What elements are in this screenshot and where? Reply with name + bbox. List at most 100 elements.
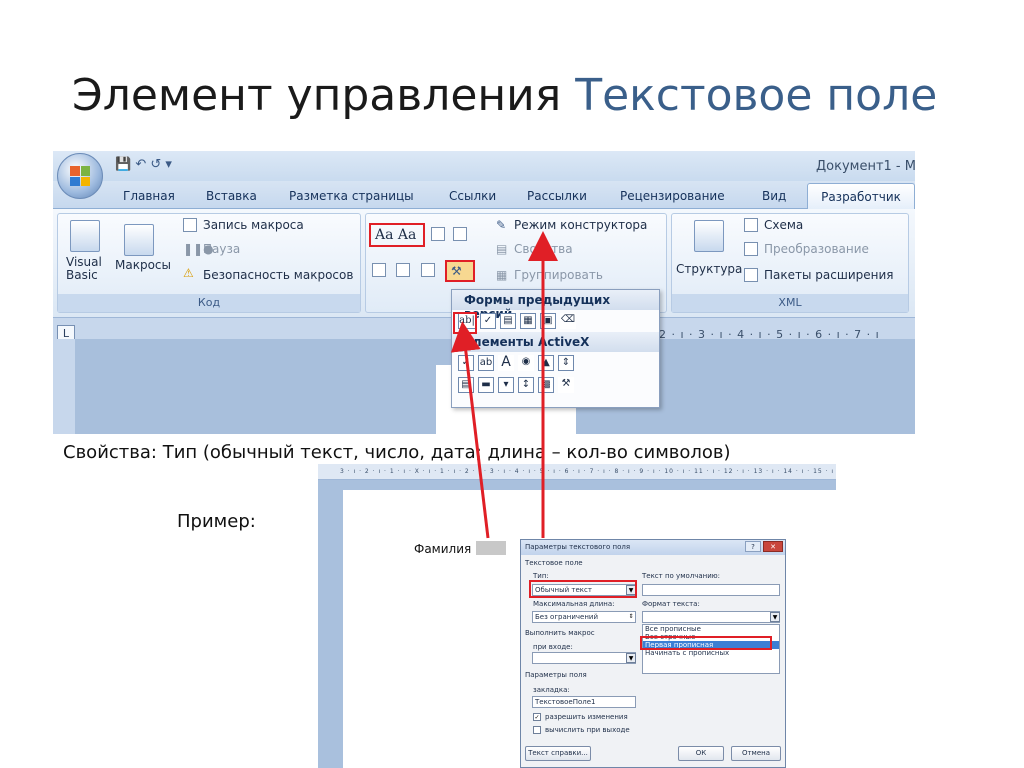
tab-view[interactable]: Вид — [762, 189, 786, 203]
macros-button[interactable]: Макросы — [115, 258, 171, 272]
tab-page-layout[interactable]: Разметка страницы — [289, 189, 414, 203]
eraser-icon[interactable]: ⌫ — [560, 313, 576, 329]
type-label: Тип: — [533, 572, 549, 580]
qat-dropdown-icon[interactable]: ▾ — [165, 157, 172, 172]
on-enter-select[interactable] — [532, 652, 636, 664]
activex-listbox-icon[interactable]: ▤ — [458, 377, 474, 393]
allow-changes-checkbox[interactable]: ✓ — [533, 713, 541, 721]
dropdown-list-icon[interactable] — [453, 227, 467, 241]
activex-row-1: ✓ ab A ◉ ▲ ⇕ — [452, 352, 659, 374]
activex-label-icon[interactable]: A — [498, 355, 514, 371]
close-icon[interactable]: ✕ — [763, 541, 783, 552]
building-block-icon[interactable] — [396, 263, 410, 277]
help-icon[interactable]: ? — [745, 541, 761, 552]
design-mode-icon: ✎ — [496, 218, 507, 232]
activex-row-2: ▤ ▬ ▾ ↕ ▩ ⚒ — [452, 374, 659, 396]
tab-review[interactable]: Рецензирование — [620, 189, 725, 203]
group-icon: ▦ — [496, 268, 508, 282]
ok-button[interactable]: ОК — [678, 746, 724, 761]
group-xml: Структура Схема Преобразование Пакеты ра… — [671, 213, 909, 313]
record-macro-button[interactable]: Запись макроса — [203, 218, 304, 232]
office-button[interactable] — [57, 153, 103, 199]
legacy-checkbox-icon[interactable]: ✓ — [480, 313, 496, 329]
combo-box-icon[interactable] — [431, 227, 445, 241]
visual-basic-button[interactable]: Visual Basic — [66, 256, 102, 282]
spin-icon[interactable]: ⇕ — [626, 612, 636, 622]
format-highlight — [640, 636, 772, 650]
title-accent: Текстовое поле — [575, 70, 938, 121]
visual-basic-icon[interactable] — [70, 220, 100, 252]
format-select[interactable] — [642, 611, 780, 623]
activex-radio-icon[interactable]: ◉ — [518, 355, 534, 371]
legacy-table-icon[interactable]: ▦ — [520, 313, 536, 329]
undo-icon[interactable]: ↶ — [135, 157, 146, 172]
schema-button[interactable]: Схема — [764, 218, 803, 232]
group-button[interactable]: Группировать — [514, 268, 603, 282]
macros-icon[interactable] — [124, 224, 154, 256]
format-option[interactable]: Начинать с прописных — [643, 649, 779, 657]
group-code-label: Код — [58, 294, 360, 312]
transform-icon[interactable] — [744, 242, 758, 256]
legacy-tools-button[interactable]: ⚒ — [445, 260, 475, 282]
type-highlight — [529, 580, 637, 598]
activex-checkbox-icon[interactable]: ✓ — [458, 355, 474, 371]
activex-spin-icon[interactable]: ⇕ — [558, 355, 574, 371]
picture-control-icon[interactable] — [421, 263, 435, 277]
calc-on-exit-checkbox[interactable] — [533, 726, 541, 734]
activex-button-icon[interactable]: ▬ — [478, 377, 494, 393]
tab-home[interactable]: Главная — [123, 189, 175, 203]
schema-icon[interactable] — [744, 218, 758, 232]
activex-image-icon[interactable]: ▲ — [538, 355, 554, 371]
save-icon[interactable]: 💾 — [115, 157, 131, 172]
surname-text-field[interactable] — [476, 541, 506, 555]
example-label: Пример: — [177, 511, 256, 532]
help-text-button[interactable]: Текст справки... — [525, 746, 591, 761]
activex-scroll-icon[interactable]: ↕ — [518, 377, 534, 393]
bookmark-input[interactable]: ТекстовоеПоле1 — [532, 696, 636, 708]
on-enter-dropdown-icon[interactable]: ▼ — [626, 653, 636, 663]
tab-references[interactable]: Ссылки — [449, 189, 496, 203]
quick-access-bar — [53, 151, 915, 181]
field-params-label: Параметры поля — [525, 671, 587, 679]
activex-toggle-icon[interactable]: ▩ — [538, 377, 554, 393]
tools-icon: ⚒ — [451, 264, 462, 278]
structure-button[interactable]: Структура — [676, 262, 742, 276]
packages-icon[interactable] — [744, 268, 758, 282]
on-enter-label: при входе: — [533, 643, 573, 651]
record-macro-icon[interactable] — [183, 218, 197, 232]
redo-icon[interactable]: ↺ — [150, 157, 161, 172]
macro-security-button[interactable]: Безопасность макросов — [203, 268, 353, 282]
bookmark-label: закладка: — [533, 686, 570, 694]
more-controls-icon[interactable]: ⚒ — [558, 377, 574, 393]
calc-on-exit-label: вычислить при выходе — [545, 726, 630, 734]
legacy-frame-icon[interactable]: ▣ — [540, 313, 556, 329]
office-logo-icon — [70, 166, 90, 186]
tab-developer[interactable]: Разработчик — [807, 183, 915, 210]
surname-label: Фамилия — [414, 542, 472, 556]
transform-button[interactable]: Преобразование — [764, 242, 869, 256]
group-code: Visual Basic Макросы Запись макроса ❚❚● … — [57, 213, 361, 313]
structure-icon[interactable] — [694, 220, 724, 252]
max-length-input[interactable]: Без ограничений — [532, 611, 636, 623]
allow-changes-label: разрешить изменения — [545, 713, 628, 721]
format-label: Формат текста: — [642, 600, 700, 608]
warning-icon: ⚠ — [183, 266, 194, 280]
default-text-input[interactable] — [642, 584, 780, 596]
packages-button[interactable]: Пакеты расширения — [764, 268, 894, 282]
format-dropdown-icon[interactable]: ▼ — [770, 612, 780, 622]
pause-button[interactable]: Пауза — [203, 242, 240, 256]
activex-textbox-icon[interactable]: ab — [478, 355, 494, 371]
quick-access-icons[interactable]: 💾 ↶ ↺ ▾ — [115, 157, 172, 172]
aa-text-controls[interactable]: Aa Aa — [369, 223, 425, 247]
default-text-label: Текст по умолчанию: — [642, 572, 721, 580]
activex-combo-icon[interactable]: ▾ — [498, 377, 514, 393]
properties-button[interactable]: Свойства — [514, 242, 573, 256]
format-option[interactable]: Все прописные — [643, 625, 779, 633]
date-picker-icon[interactable] — [372, 263, 386, 277]
cancel-button[interactable]: Отмена — [731, 746, 781, 761]
design-mode-button[interactable]: Режим конструктора — [514, 218, 647, 232]
legacy-forms-header: Формы предыдущих версий — [452, 290, 659, 321]
legacy-dropdown-icon[interactable]: ▤ — [500, 313, 516, 329]
tab-insert[interactable]: Вставка — [206, 189, 257, 203]
tab-mailings[interactable]: Рассылки — [527, 189, 587, 203]
